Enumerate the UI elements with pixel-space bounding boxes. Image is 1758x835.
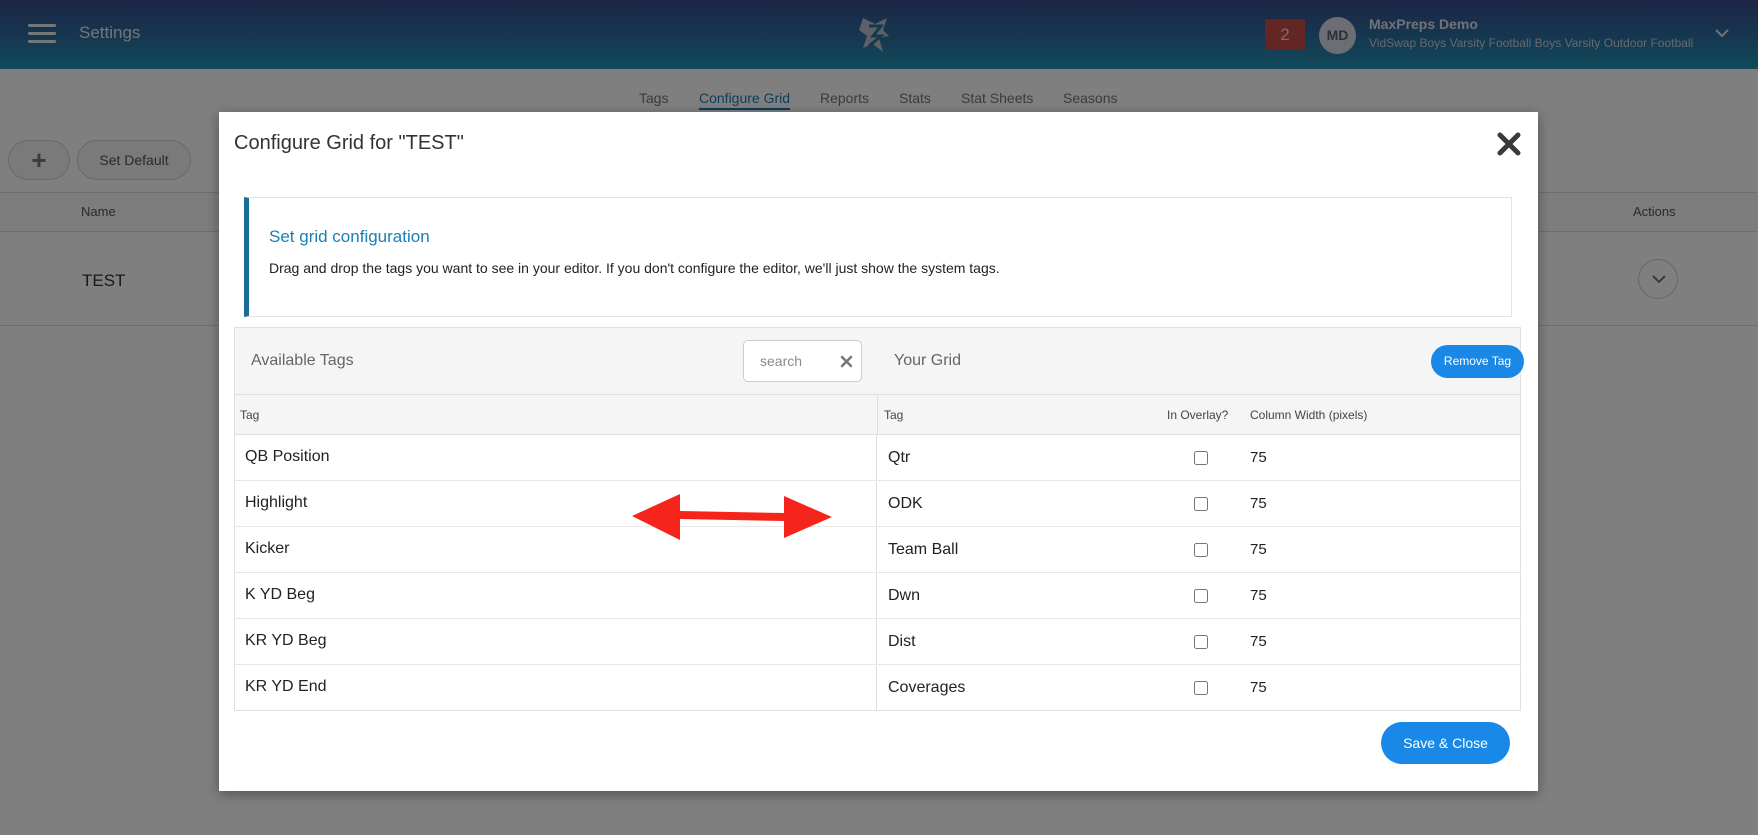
grid-tag-name: ODK: [888, 495, 923, 512]
tag-name: Kicker: [245, 540, 290, 557]
grid-tag-column-header: Tag: [884, 408, 904, 422]
column-width-value[interactable]: 75: [1250, 633, 1267, 650]
in-overlay-checkbox[interactable]: [1194, 497, 1208, 511]
grid-tag-name: Coverages: [888, 679, 966, 696]
tag-name: K YD Beg: [245, 586, 315, 603]
tag-name: Highlight: [245, 494, 308, 511]
table-row[interactable]: Qtr 75: [878, 435, 1521, 481]
list-item[interactable]: KR YD End: [235, 665, 876, 711]
table-row[interactable]: Team Ball 75: [878, 527, 1521, 573]
column-width-value[interactable]: 75: [1250, 449, 1267, 466]
in-overlay-checkbox[interactable]: [1194, 589, 1208, 603]
close-icon[interactable]: [1494, 129, 1524, 159]
available-tags-list: QB Position Highlight Kicker K YD Beg KR…: [235, 435, 877, 710]
grid-tag-name: Dist: [888, 633, 916, 650]
modal-title: Configure Grid for "TEST": [234, 132, 464, 154]
table-row[interactable]: Dist 75: [878, 619, 1521, 665]
search-input[interactable]: [745, 342, 835, 380]
double-arrow-icon: [632, 494, 832, 540]
tag-name: KR YD End: [245, 678, 327, 695]
column-width-value[interactable]: 75: [1250, 679, 1267, 696]
remove-tag-button[interactable]: Remove Tag: [1431, 345, 1524, 378]
tags-panel-header: Available Tags Your Grid Remove Tag: [234, 327, 1524, 395]
grid-tags-list: Qtr 75 ODK 75 Team Ball 75 Dwn 75 Dist 7…: [878, 435, 1521, 710]
configure-grid-modal: Configure Grid for "TEST" Set grid confi…: [219, 112, 1538, 791]
column-width-header: Column Width (pixels): [1250, 408, 1368, 422]
your-grid-label: Your Grid: [894, 352, 961, 369]
grid-tag-name: Dwn: [888, 587, 921, 604]
tag-name: QB Position: [245, 448, 330, 465]
tag-name: KR YD Beg: [245, 632, 327, 649]
column-headers: Tag Tag In Overlay? Column Width (pixels…: [234, 395, 1521, 435]
table-row[interactable]: Coverages 75: [878, 665, 1521, 711]
clear-icon[interactable]: [840, 355, 853, 368]
column-divider: [877, 395, 878, 435]
info-callout: Set grid configuration Drag and drop the…: [244, 197, 1512, 317]
tag-tables: QB Position Highlight Kicker K YD Beg KR…: [234, 435, 1521, 711]
search-box: [743, 340, 862, 382]
in-overlay-checkbox[interactable]: [1194, 451, 1208, 465]
grid-tag-name: Qtr: [888, 449, 911, 466]
list-item[interactable]: K YD Beg: [235, 573, 876, 619]
grid-tag-name: Team Ball: [888, 541, 959, 558]
available-tags-label: Available Tags: [251, 352, 354, 369]
in-overlay-checkbox[interactable]: [1194, 543, 1208, 557]
table-row[interactable]: ODK 75: [878, 481, 1521, 527]
column-width-value[interactable]: 75: [1250, 495, 1267, 512]
column-width-value[interactable]: 75: [1250, 541, 1267, 558]
in-overlay-checkbox[interactable]: [1194, 681, 1208, 695]
list-item[interactable]: QB Position: [235, 435, 876, 481]
save-close-button[interactable]: Save & Close: [1381, 722, 1510, 764]
callout-title: Set grid configuration: [269, 227, 430, 246]
available-tag-column-header: Tag: [240, 408, 260, 422]
in-overlay-checkbox[interactable]: [1194, 635, 1208, 649]
callout-text: Drag and drop the tags you want to see i…: [269, 260, 1000, 276]
column-width-value[interactable]: 75: [1250, 587, 1267, 604]
list-item[interactable]: KR YD Beg: [235, 619, 876, 665]
table-row[interactable]: Dwn 75: [878, 573, 1521, 619]
in-overlay-column-header: In Overlay?: [1167, 408, 1229, 422]
